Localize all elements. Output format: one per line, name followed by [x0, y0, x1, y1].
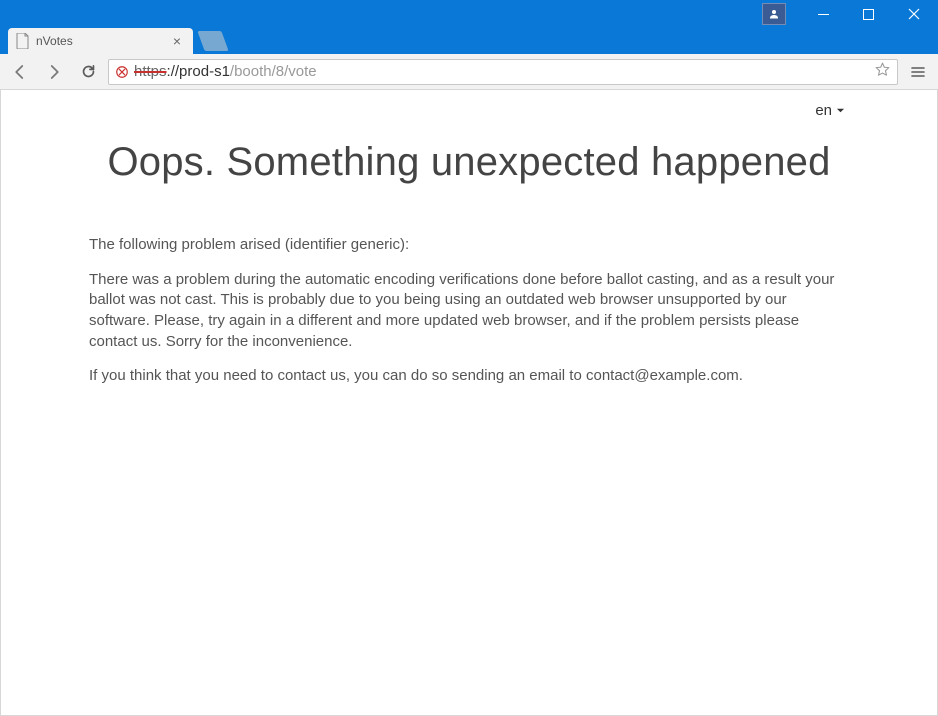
browser-toolbar: https://prod-s1/booth/8/vote [0, 54, 938, 90]
url-path: /booth/8/vote [230, 63, 317, 80]
browser-menu-button[interactable] [904, 58, 932, 86]
user-profile-icon[interactable] [762, 3, 786, 25]
insecure-connection-icon[interactable] [115, 65, 129, 79]
browser-tab[interactable]: nVotes × [8, 28, 193, 54]
close-window-button[interactable] [891, 0, 936, 28]
tab-title: nVotes [36, 34, 73, 48]
url-sep: :// [167, 63, 180, 80]
language-label: en [815, 102, 832, 119]
error-contact: If you think that you need to contact us… [89, 366, 849, 387]
page-icon [16, 33, 30, 49]
url-text: https://prod-s1/booth/8/vote [134, 63, 317, 80]
page-content: en Oops. Something unexpected happened T… [89, 90, 849, 421]
url-protocol: https [134, 63, 167, 80]
caret-down-icon [836, 102, 845, 119]
language-switcher[interactable]: en [815, 102, 845, 119]
close-tab-button[interactable]: × [169, 34, 185, 48]
error-heading: Oops. Something unexpected happened [89, 140, 849, 185]
reload-button[interactable] [74, 58, 102, 86]
url-host: prod-s1 [179, 63, 230, 80]
bookmark-star-icon[interactable] [874, 61, 891, 82]
page-viewport: en Oops. Something unexpected happened T… [0, 90, 938, 716]
forward-button[interactable] [40, 58, 68, 86]
window-titlebar [0, 0, 938, 28]
address-bar[interactable]: https://prod-s1/booth/8/vote [108, 59, 898, 85]
error-body: There was a problem during the automatic… [89, 270, 849, 353]
tab-strip: nVotes × [0, 28, 938, 54]
minimize-button[interactable] [801, 0, 846, 28]
back-button[interactable] [6, 58, 34, 86]
error-intro: The following problem arised (identifier… [89, 235, 849, 256]
maximize-button[interactable] [846, 0, 891, 28]
new-tab-button[interactable] [197, 31, 228, 51]
